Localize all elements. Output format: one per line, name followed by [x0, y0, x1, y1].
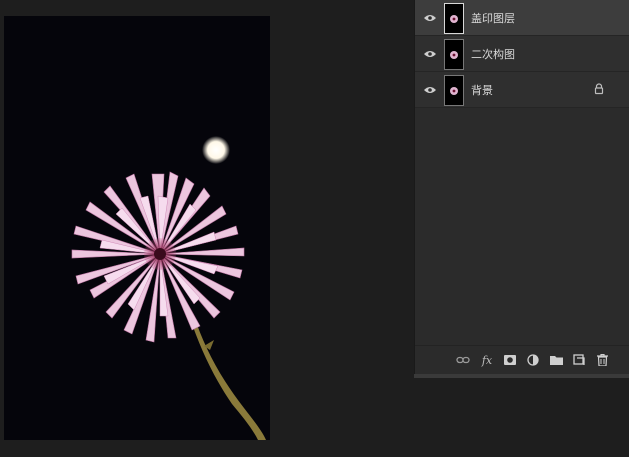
flower-thumbnail-icon	[450, 86, 458, 95]
eye-icon[interactable]	[423, 11, 437, 25]
layer-thumbnail[interactable]	[444, 39, 464, 70]
eye-icon[interactable]	[423, 47, 437, 61]
layers-panel: 盖印图层 二次构图 背景 fx	[414, 0, 629, 378]
layer-name[interactable]: 二次构图	[471, 46, 515, 62]
eye-icon[interactable]	[423, 83, 437, 97]
layer-thumbnail[interactable]	[444, 3, 464, 34]
adjustment-layer-icon[interactable]	[526, 353, 540, 367]
layer-mask-icon[interactable]	[503, 353, 517, 367]
delete-layer-icon[interactable]	[595, 353, 609, 367]
canvas-workspace[interactable]	[0, 0, 412, 457]
layer-row-stamp[interactable]: 盖印图层	[415, 0, 629, 36]
layer-name[interactable]: 盖印图层	[471, 10, 515, 26]
flower-thumbnail-icon	[450, 50, 458, 59]
layer-name[interactable]: 背景	[471, 82, 493, 98]
layer-thumbnail[interactable]	[444, 75, 464, 106]
flower-thumbnail-icon	[450, 14, 458, 23]
link-layers-icon[interactable]	[456, 353, 470, 367]
new-group-icon[interactable]	[549, 353, 563, 367]
fx-icon[interactable]: fx	[480, 353, 494, 367]
document-canvas[interactable]	[4, 16, 270, 440]
new-layer-icon[interactable]	[572, 353, 586, 367]
layer-row-background[interactable]: 背景	[415, 72, 629, 108]
layer-row-recompose[interactable]: 二次构图	[415, 36, 629, 72]
panel-bottom-edge	[414, 374, 629, 378]
layers-list: 盖印图层 二次构图 背景	[415, 0, 629, 108]
flower-photo	[4, 16, 270, 440]
lock-icon[interactable]	[593, 83, 605, 95]
layers-footer-toolbar: fx	[415, 345, 629, 375]
